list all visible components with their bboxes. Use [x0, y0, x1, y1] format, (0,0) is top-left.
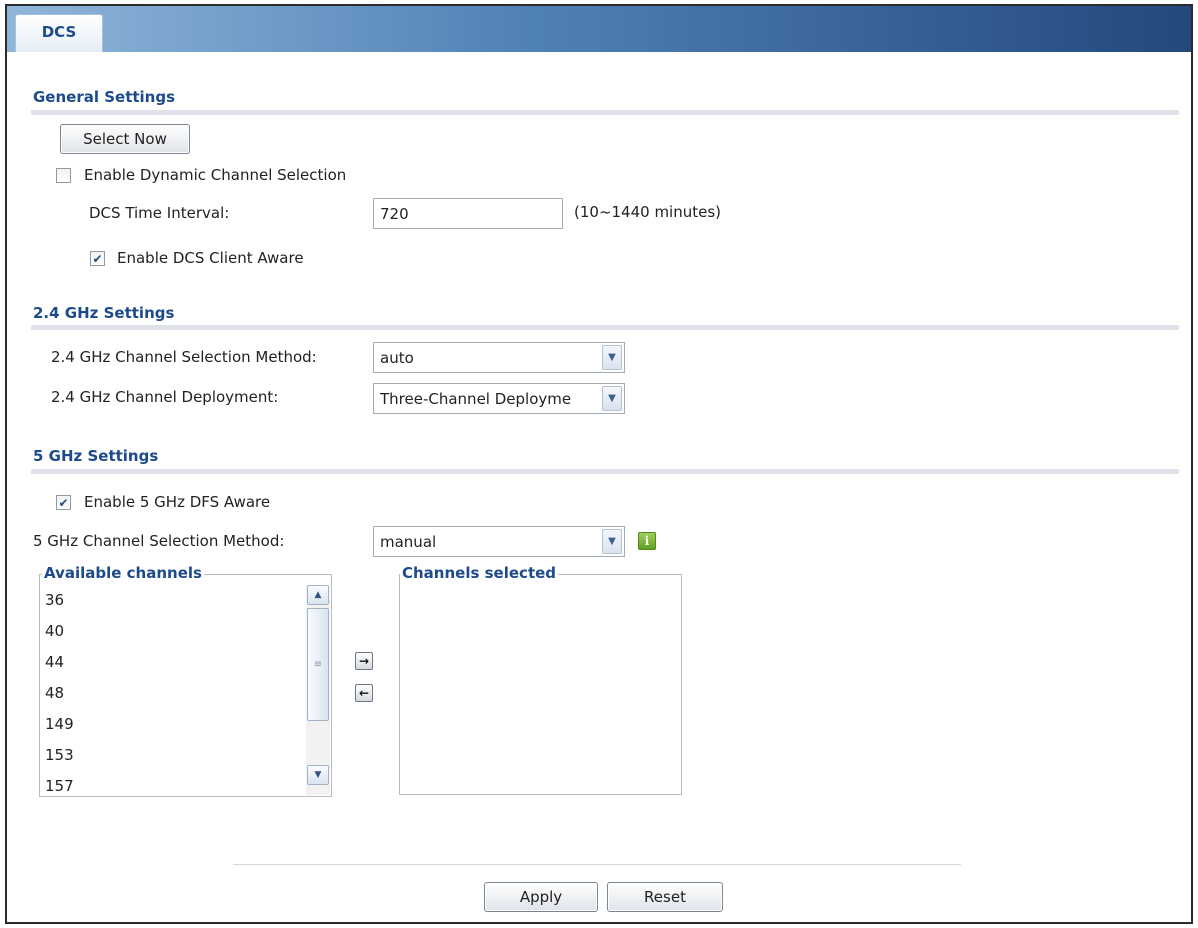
section-divider — [31, 325, 1179, 330]
list-item[interactable]: 36 — [45, 585, 74, 616]
ghz24-method-select[interactable]: auto ▼ — [373, 342, 625, 373]
scroll-up-icon[interactable]: ▲ — [307, 585, 329, 605]
list-item[interactable]: 149 — [45, 709, 74, 740]
list-item[interactable]: 40 — [45, 616, 74, 647]
available-channels-group: ▲ ≡ ▼ 36 40 44 48 149 153 157 — [39, 574, 332, 797]
ghz5-method-value: manual — [380, 533, 437, 551]
ghz24-method-value: auto — [380, 349, 414, 367]
available-channels-list[interactable]: 36 40 44 48 149 153 157 — [45, 585, 74, 802]
ghz24-deployment-label: 2.4 GHz Channel Deployment: — [51, 388, 279, 406]
ghz24-deployment-value: Three-Channel Deployme — [380, 390, 572, 408]
check-icon: ✔ — [92, 251, 103, 266]
client-aware-checkbox[interactable]: ✔ — [90, 251, 105, 266]
dcs-time-interval-input[interactable]: 720 — [373, 198, 563, 229]
section-divider — [31, 469, 1179, 474]
channels-selected-title: Channels selected — [400, 564, 559, 582]
chevron-down-icon[interactable]: ▼ — [602, 345, 622, 370]
general-settings-title: General Settings — [33, 88, 176, 106]
client-aware-label: Enable DCS Client Aware — [117, 249, 304, 267]
scroll-down-icon[interactable]: ▼ — [307, 765, 329, 785]
list-item[interactable]: 153 — [45, 740, 74, 771]
chevron-down-icon[interactable]: ▼ — [602, 529, 622, 554]
scroll-thumb[interactable]: ≡ — [307, 608, 329, 721]
channels-selected-group — [399, 574, 682, 795]
apply-button[interactable]: Apply — [484, 882, 598, 912]
ghz5-method-select[interactable]: manual ▼ — [373, 526, 625, 557]
dcs-time-interval-label: DCS Time Interval: — [89, 204, 230, 222]
reset-button[interactable]: Reset — [607, 882, 723, 912]
dcs-panel: DCS General Settings Select Now Enable D… — [5, 4, 1193, 924]
dcs-time-interval-hint: (10~1440 minutes) — [574, 203, 722, 221]
footer-divider — [233, 864, 961, 865]
enable-dcs-checkbox[interactable] — [56, 168, 71, 183]
select-now-button[interactable]: Select Now — [60, 124, 190, 154]
check-icon: ✔ — [58, 495, 69, 510]
tab-bar: DCS — [7, 6, 1191, 52]
arrow-right-icon[interactable]: → — [355, 652, 373, 670]
available-channels-title: Available channels — [42, 564, 204, 582]
list-item[interactable]: 44 — [45, 647, 74, 678]
ghz5-method-label: 5 GHz Channel Selection Method: — [33, 532, 285, 550]
ghz24-deployment-select[interactable]: Three-Channel Deployme ▼ — [373, 383, 625, 414]
list-item[interactable]: 157 — [45, 771, 74, 802]
ghz24-method-label: 2.4 GHz Channel Selection Method: — [51, 348, 317, 366]
dfs-aware-checkbox[interactable]: ✔ — [56, 495, 71, 510]
enable-dcs-label: Enable Dynamic Channel Selection — [84, 166, 347, 184]
ghz24-settings-title: 2.4 GHz Settings — [33, 304, 175, 322]
list-item[interactable]: 48 — [45, 678, 74, 709]
available-channels-scrollbar[interactable]: ▲ ≡ ▼ — [306, 585, 330, 795]
section-divider — [31, 110, 1179, 115]
dfs-aware-label: Enable 5 GHz DFS Aware — [84, 493, 271, 511]
tab-dcs[interactable]: DCS — [15, 14, 103, 52]
chevron-down-icon[interactable]: ▼ — [602, 386, 622, 411]
arrow-left-icon[interactable]: ← — [355, 684, 373, 702]
ghz5-settings-title: 5 GHz Settings — [33, 447, 159, 465]
info-icon[interactable]: i — [638, 532, 656, 550]
